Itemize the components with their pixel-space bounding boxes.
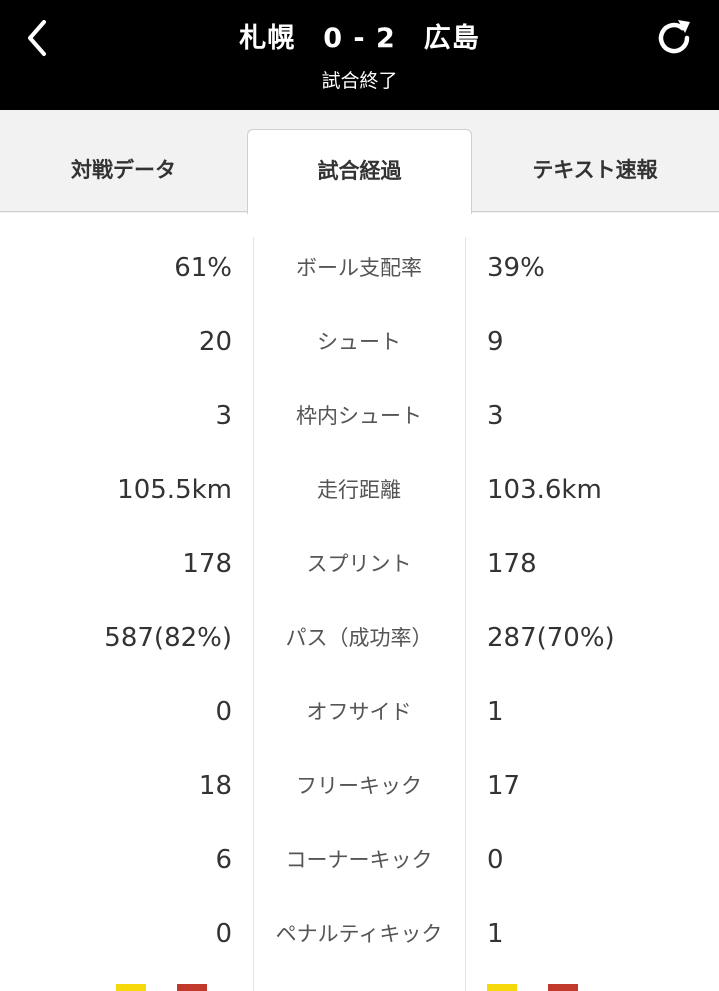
- home-value: 0: [215, 697, 232, 727]
- home-value: 178: [182, 549, 232, 579]
- away-value: 287(70%): [487, 623, 615, 653]
- stat-row-possession: 61% ボール支配率 39%: [0, 231, 719, 305]
- stat-row-offsides: 0 オフサイド 1: [0, 675, 719, 749]
- red-card-icon: [177, 984, 207, 991]
- yellow-card-icon: [487, 984, 517, 991]
- stat-label: コーナーキック: [285, 848, 433, 872]
- away-value: 39%: [487, 253, 545, 283]
- refresh-icon: [658, 20, 690, 54]
- yellow-card-icon: [116, 984, 146, 991]
- home-value: 0: [215, 919, 232, 949]
- match-header: 札幌 0 - 2 広島 試合終了: [0, 0, 719, 110]
- stat-label: スプリント: [306, 552, 412, 576]
- stat-row-sprints: 178 スプリント 178: [0, 527, 719, 601]
- stat-row-distance: 105.5km 走行距離 103.6km: [0, 453, 719, 527]
- match-title: 札幌 0 - 2 広島: [239, 23, 480, 54]
- home-value: 587(82%): [104, 623, 232, 653]
- away-value: 3: [487, 401, 504, 431]
- tab-match-data[interactable]: 対戦データ: [0, 129, 247, 212]
- red-card-icon: [548, 984, 578, 991]
- stat-label: ボール支配率: [296, 256, 422, 280]
- stat-row-free-kicks: 18 フリーキック 17: [0, 749, 719, 823]
- stat-row-passes: 587(82%) パス（成功率） 287(70%): [0, 601, 719, 675]
- match-status: 試合終了: [321, 70, 398, 92]
- stat-label: オフサイド: [306, 700, 412, 724]
- home-value: 61%: [174, 253, 232, 283]
- away-value: 1: [487, 919, 504, 949]
- stat-row-shots-on-target: 3 枠内シュート 3: [0, 379, 719, 453]
- stat-row-corner-kicks: 6 コーナーキック 0: [0, 823, 719, 897]
- stat-row-shots: 20 シュート 9: [0, 305, 719, 379]
- stat-label: パス（成功率）: [285, 626, 433, 650]
- home-value: 6: [215, 845, 232, 875]
- tab-text-updates[interactable]: テキスト速報: [471, 129, 719, 212]
- home-value: 18: [198, 771, 232, 801]
- stat-label: 枠内シュート: [296, 404, 422, 428]
- stat-label: シュート: [317, 330, 401, 354]
- tab-match-progress[interactable]: 試合経過: [247, 129, 472, 214]
- home-value: 20: [198, 327, 232, 357]
- away-value: 103.6km: [487, 475, 602, 505]
- stat-label: フリーキック: [296, 774, 422, 798]
- away-value: 178: [487, 549, 537, 579]
- away-value: 9: [487, 327, 504, 357]
- home-value: 3: [215, 401, 232, 431]
- away-value: 1: [487, 697, 504, 727]
- home-value: 105.5km: [117, 475, 232, 505]
- stat-label: ペナルティキック: [275, 922, 443, 946]
- refresh-button[interactable]: [652, 16, 696, 60]
- stat-label: 走行距離: [317, 478, 401, 502]
- away-value: 17: [487, 771, 521, 801]
- stat-row-penalty-kicks: 0 ペナルティキック 1: [0, 897, 719, 971]
- away-value: 0: [487, 845, 504, 875]
